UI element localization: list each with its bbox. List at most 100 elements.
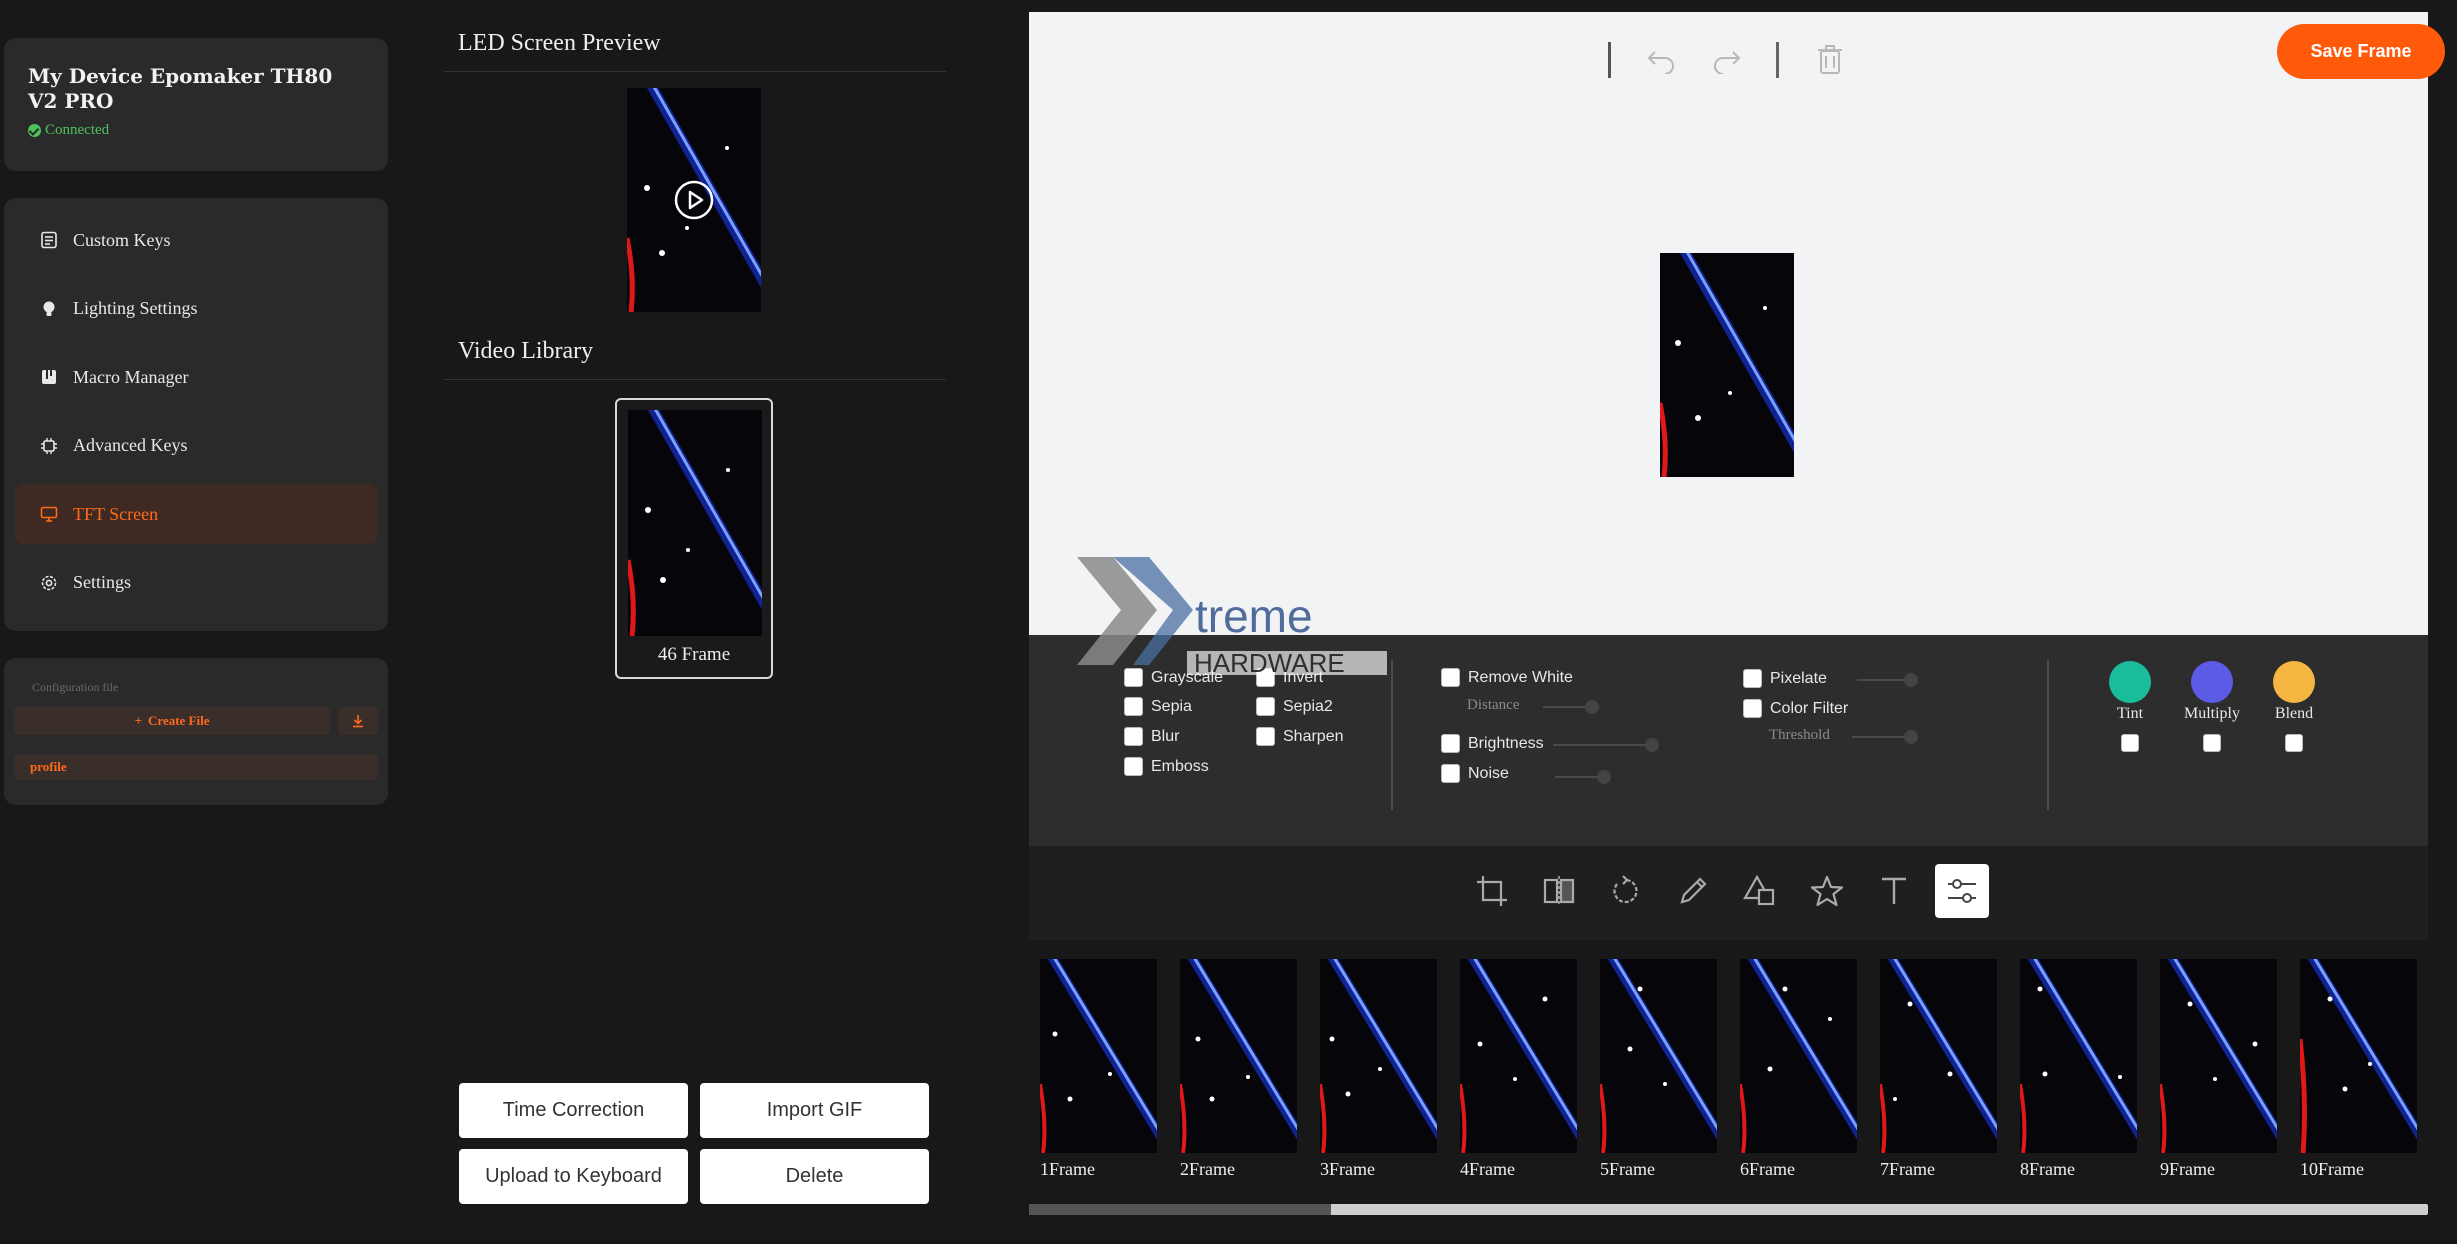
slider-knob[interactable] [1904,673,1918,687]
brightness-checkbox[interactable]: Brightness [1441,734,1544,753]
remove-white-label: Remove White [1468,668,1573,686]
frame-image [2300,959,2417,1153]
frame-image [1180,959,1297,1153]
frame-thumb[interactable]: 3Frame [1320,959,1437,1180]
canvas-frame-image[interactable] [1660,253,1794,477]
check-circle-icon [28,124,41,137]
frame-strip-scrollbar[interactable] [1029,1204,2428,1215]
slider-knob[interactable] [1645,738,1659,752]
shape-icon[interactable] [1733,864,1787,918]
pixelate-slider[interactable] [1857,673,1918,687]
download-config-button[interactable] [338,707,378,735]
sidebar-item-macro-manager[interactable]: Macro Manager [15,347,377,407]
threshold-label: Threshold [1769,727,1830,743]
create-file-label: Create File [148,713,210,728]
redo-icon[interactable] [1709,42,1745,78]
panel-divider [1391,660,1393,810]
frame-image [1040,959,1157,1153]
frame-label: 7Frame [1880,1159,1935,1179]
play-icon[interactable] [673,179,715,221]
slider-knob[interactable] [1597,770,1611,784]
blur-checkbox[interactable]: Blur [1124,727,1179,746]
multiply-checkbox[interactable] [2203,734,2221,752]
profile-item[interactable]: profile [14,754,378,780]
text-icon[interactable] [1867,864,1921,918]
macro-icon [40,368,58,386]
sidebar-item-settings[interactable]: Settings [15,553,377,613]
scrollbar-thumb[interactable] [1029,1204,1331,1215]
sidebar-item-tft-screen[interactable]: TFT Screen [15,484,377,545]
noise-checkbox[interactable]: Noise [1441,764,1509,783]
tint-label: Tint [2116,705,2144,722]
sidebar-item-lighting-settings[interactable]: Lighting Settings [15,279,377,339]
noise-slider[interactable] [1555,770,1611,784]
frame-thumb[interactable]: 6Frame [1740,959,1857,1180]
sidebar-item-label: TFT Screen [73,503,159,524]
trash-icon[interactable] [1812,42,1848,78]
noise-label: Noise [1468,764,1509,782]
color-filter-checkbox[interactable]: Color Filter [1743,699,1848,718]
blend-color-swatch[interactable] [2273,661,2315,703]
undo-icon[interactable] [1643,42,1679,78]
checkbox-box[interactable] [1256,697,1275,716]
sepia2-checkbox[interactable]: Sepia2 [1256,697,1333,716]
threshold-slider[interactable] [1852,730,1918,744]
distance-slider[interactable] [1543,700,1599,714]
frame-label: 9Frame [2160,1159,2215,1179]
editor-canvas[interactable]: Save Frame [1029,12,2445,635]
checkbox-box[interactable] [1124,697,1143,716]
toolbar-divider [1776,42,1779,78]
time-correction-button[interactable]: Time Correction [459,1083,688,1138]
frame-thumb[interactable]: 1Frame [1040,959,1157,1180]
checkbox-box[interactable] [1441,668,1460,687]
tint-checkbox[interactable] [2121,734,2139,752]
frame-thumb[interactable]: 9Frame [2160,959,2277,1180]
blend-checkbox[interactable] [2285,734,2303,752]
brightness-slider[interactable] [1553,738,1659,752]
delete-button[interactable]: Delete [700,1149,929,1204]
sidebar-item-label: Lighting Settings [73,298,198,319]
frame-image [1880,959,1997,1153]
multiply-color-swatch[interactable] [2191,661,2233,703]
save-frame-button[interactable]: Save Frame [2277,24,2445,79]
frame-thumb[interactable]: 10Frame [2300,959,2417,1180]
flip-icon[interactable] [1532,864,1586,918]
video-library-item[interactable]: 46 Frame [615,398,773,679]
frame-thumb[interactable]: 8Frame [2020,959,2137,1180]
star-icon[interactable] [1800,864,1854,918]
checkbox-box[interactable] [1124,757,1143,776]
sidebar-item-custom-keys[interactable]: Custom Keys [15,210,377,270]
sharpen-checkbox[interactable]: Sharpen [1256,727,1344,746]
frame-thumb[interactable]: 5Frame [1600,959,1717,1180]
pixelate-checkbox[interactable]: Pixelate [1743,669,1827,688]
emboss-checkbox[interactable]: Emboss [1124,757,1209,776]
sidebar-item-advanced-keys[interactable]: Advanced Keys [15,416,377,476]
remove-white-checkbox[interactable]: Remove White [1441,668,1573,687]
upload-to-keyboard-button[interactable]: Upload to Keyboard [459,1149,688,1204]
pixelate-label: Pixelate [1770,669,1827,687]
crop-icon[interactable] [1465,864,1519,918]
frame-label: 4Frame [1460,1159,1515,1179]
checkbox-box[interactable] [1441,734,1460,753]
checkbox-box[interactable] [1124,727,1143,746]
checkbox-box[interactable] [1743,669,1762,688]
frame-thumb[interactable]: 2Frame [1180,959,1297,1180]
slider-knob[interactable] [1585,700,1599,714]
slider-knob[interactable] [1904,730,1918,744]
frame-label: 6Frame [1740,1159,1795,1179]
divider [444,71,946,72]
frame-thumb[interactable]: 4Frame [1460,959,1577,1180]
watermark-text-1: treme [1195,590,1313,642]
draw-icon[interactable] [1666,864,1720,918]
create-file-button[interactable]: + Create File [14,707,331,735]
frame-thumb[interactable]: 7Frame [1880,959,1997,1180]
checkbox-box[interactable] [1743,699,1762,718]
checkbox-box[interactable] [1256,727,1275,746]
import-gif-button[interactable]: Import GIF [700,1083,929,1138]
filter-adjust-icon[interactable] [1935,864,1989,918]
sepia-checkbox[interactable]: Sepia [1124,697,1192,716]
tint-color-swatch[interactable] [2109,661,2151,703]
checkbox-box[interactable] [1441,764,1460,783]
rotate-icon[interactable] [1599,864,1653,918]
blend-label: Blend [2274,705,2314,722]
